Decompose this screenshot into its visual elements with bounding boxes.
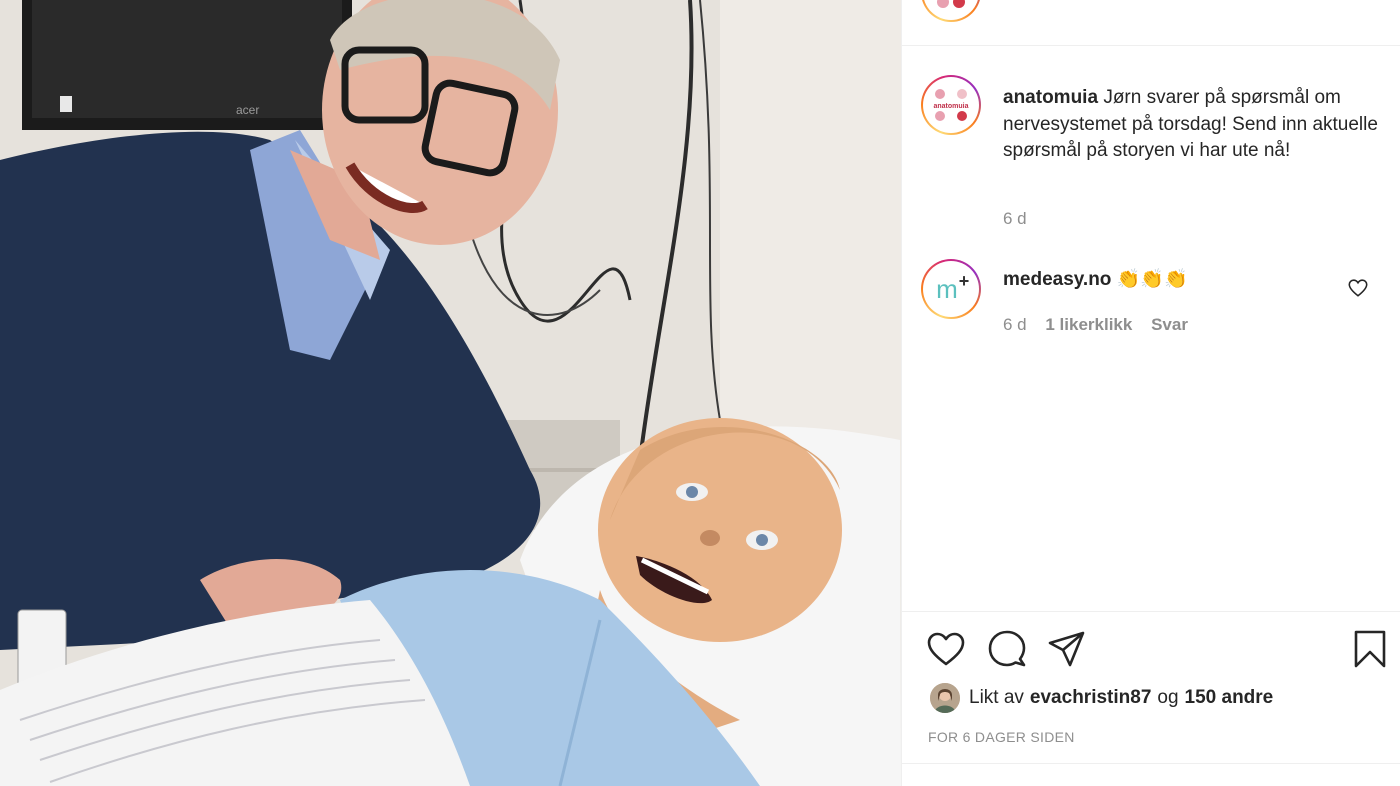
likes-summary: Likt av evachristin87 og 150 andre — [930, 682, 1273, 714]
likes-prefix: Likt av — [969, 687, 1024, 708]
comment-icon[interactable] — [987, 629, 1027, 669]
comment-timestamp[interactable]: 6 d — [1003, 315, 1027, 334]
heart-icon[interactable] — [926, 629, 966, 669]
svg-text:anatomuia: anatomuia — [933, 103, 968, 110]
post-photo[interactable]: acer — [0, 0, 901, 786]
comment-meta: 6 d 1 likerklikk Svar — [1003, 315, 1202, 335]
commenter-avatar[interactable]: m + — [921, 259, 981, 319]
caption-timestamp[interactable]: 6 d — [1003, 209, 1027, 229]
anatomuia-logo-icon — [937, 0, 965, 8]
share-icon[interactable] — [1047, 629, 1087, 669]
post-header — [902, 0, 1400, 46]
bookmark-icon[interactable] — [1350, 629, 1390, 669]
liker-avatar[interactable] — [930, 683, 960, 713]
anatomuia-logo-icon: anatomuia — [931, 89, 971, 121]
caption-author-avatar[interactable]: anatomuia — [921, 75, 981, 135]
comment-likes[interactable]: 1 likerklikk — [1045, 315, 1132, 334]
likes-others-count[interactable]: 150 andre — [1185, 687, 1274, 709]
liker-photo-icon — [930, 683, 960, 713]
photo-illustration: acer — [0, 0, 901, 786]
svg-text:m: m — [936, 274, 958, 304]
post-date[interactable]: FOR 6 DAGER SIDEN — [928, 729, 1075, 745]
comment-like-heart-icon[interactable] — [1347, 277, 1369, 299]
medeasy-logo-icon: m + — [936, 271, 970, 304]
svg-text:+: + — [959, 271, 970, 291]
comment-body: 👏👏👏 — [1116, 269, 1188, 290]
post-actions: Likt av evachristin87 og 150 andre FOR 6… — [902, 611, 1400, 763]
svg-text:acer: acer — [236, 103, 259, 117]
caption-text: anatomuia Jørn svarer på spørsmål om ner… — [1003, 85, 1378, 165]
likes-username[interactable]: evachristin87 — [1030, 687, 1151, 709]
caption-username[interactable]: anatomuia — [1003, 87, 1098, 108]
comment-text: medeasy.no 👏👏👏 — [1003, 268, 1188, 292]
likes-conjunction: og — [1157, 687, 1179, 708]
comment-username[interactable]: medeasy.no — [1003, 269, 1111, 290]
divider — [902, 763, 1400, 764]
comment-reply-button[interactable]: Svar — [1151, 315, 1188, 334]
post-side-panel: anatomuia anatomuia Jørn svarer på spørs… — [901, 0, 1400, 786]
author-avatar[interactable] — [921, 0, 981, 22]
